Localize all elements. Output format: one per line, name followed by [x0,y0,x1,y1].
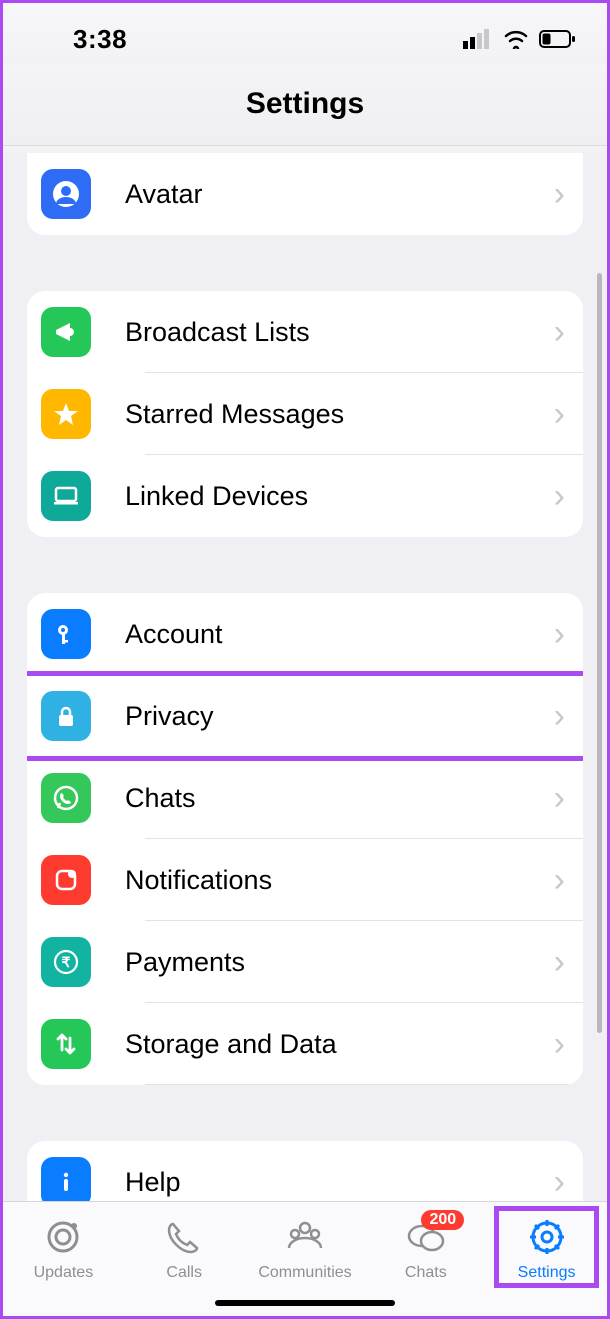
chevron-right-icon: › [554,1165,565,1199]
row-label: Starred Messages [125,399,554,430]
row-help[interactable]: Help › [27,1141,583,1201]
row-notifications[interactable]: Notifications › [27,839,583,921]
tab-settings[interactable]: Settings [486,1216,607,1282]
home-indicator [215,1300,395,1306]
chevron-right-icon: › [554,315,565,349]
tab-label: Calls [166,1264,202,1282]
status-bar: 3:38 [3,3,607,65]
arrows-icon [41,1019,91,1069]
star-icon [41,389,91,439]
chevron-right-icon: › [554,699,565,733]
tab-updates[interactable]: Updates [3,1216,124,1282]
chevron-right-icon: › [554,945,565,979]
megaphone-icon [41,307,91,357]
settings-group-2: Account › Privacy › Chats › [27,593,583,1085]
row-label: Privacy [125,701,554,732]
row-chats[interactable]: Chats › [27,757,583,839]
settings-icon [526,1216,568,1258]
row-label: Payments [125,947,554,978]
chevron-right-icon: › [554,397,565,431]
row-account[interactable]: Account › [27,593,583,675]
svg-text:₹: ₹ [62,954,71,970]
row-privacy[interactable]: Privacy › [27,675,583,757]
key-icon [41,609,91,659]
whatsapp-icon [41,773,91,823]
tab-label: Settings [518,1264,576,1282]
chevron-right-icon: › [554,1027,565,1061]
notification-icon [41,855,91,905]
tab-chats[interactable]: 200 Chats [365,1216,486,1282]
tab-communities[interactable]: Communities [245,1216,366,1282]
tab-label: Communities [258,1264,351,1282]
chevron-right-icon: › [554,863,565,897]
chevron-right-icon: › [554,479,565,513]
row-starred-messages[interactable]: Starred Messages › [27,373,583,455]
app-frame: 3:38 Settings Avatar › [0,0,610,1319]
status-icons [463,29,577,49]
row-label: Avatar [125,179,554,210]
row-label: Broadcast Lists [125,317,554,348]
tab-label: Chats [405,1264,447,1282]
communities-icon [284,1216,326,1258]
row-label: Linked Devices [125,481,554,512]
row-payments[interactable]: ₹ Payments › [27,921,583,1003]
row-label: Notifications [125,865,554,896]
settings-group-3: Help › Tell a Friend › [27,1141,583,1201]
avatar-icon [41,169,91,219]
row-label: Account [125,619,554,650]
calls-icon [163,1216,205,1258]
lock-icon [41,691,91,741]
row-linked-devices[interactable]: Linked Devices › [27,455,583,537]
status-time: 3:38 [73,24,127,55]
settings-group-0: Avatar › [27,153,583,235]
tab-bar: Updates Calls Communities 200 Chats Sett… [3,1201,607,1316]
chevron-right-icon: › [554,617,565,651]
chevron-right-icon: › [554,781,565,815]
tab-label: Updates [34,1264,94,1282]
row-label: Chats [125,783,554,814]
cellular-icon [463,29,493,49]
chevron-right-icon: › [554,177,565,211]
row-label: Help [125,1167,554,1198]
badge-chats: 200 [421,1210,464,1230]
row-label: Storage and Data [125,1029,554,1060]
battery-icon [539,29,577,49]
updates-icon [42,1216,84,1258]
row-avatar[interactable]: Avatar › [27,153,583,235]
row-storage-data[interactable]: Storage and Data › [27,1003,583,1085]
row-broadcast-lists[interactable]: Broadcast Lists › [27,291,583,373]
settings-group-1: Broadcast Lists › Starred Messages › Lin… [27,291,583,537]
scroll-indicator [597,273,602,1033]
tab-calls[interactable]: Calls [124,1216,245,1282]
wifi-icon [503,29,529,49]
laptop-icon [41,471,91,521]
settings-content: Avatar › Broadcast Lists › Starred Messa… [3,153,607,1201]
rupee-icon: ₹ [41,937,91,987]
info-icon [41,1157,91,1201]
page-title: Settings [3,65,607,146]
